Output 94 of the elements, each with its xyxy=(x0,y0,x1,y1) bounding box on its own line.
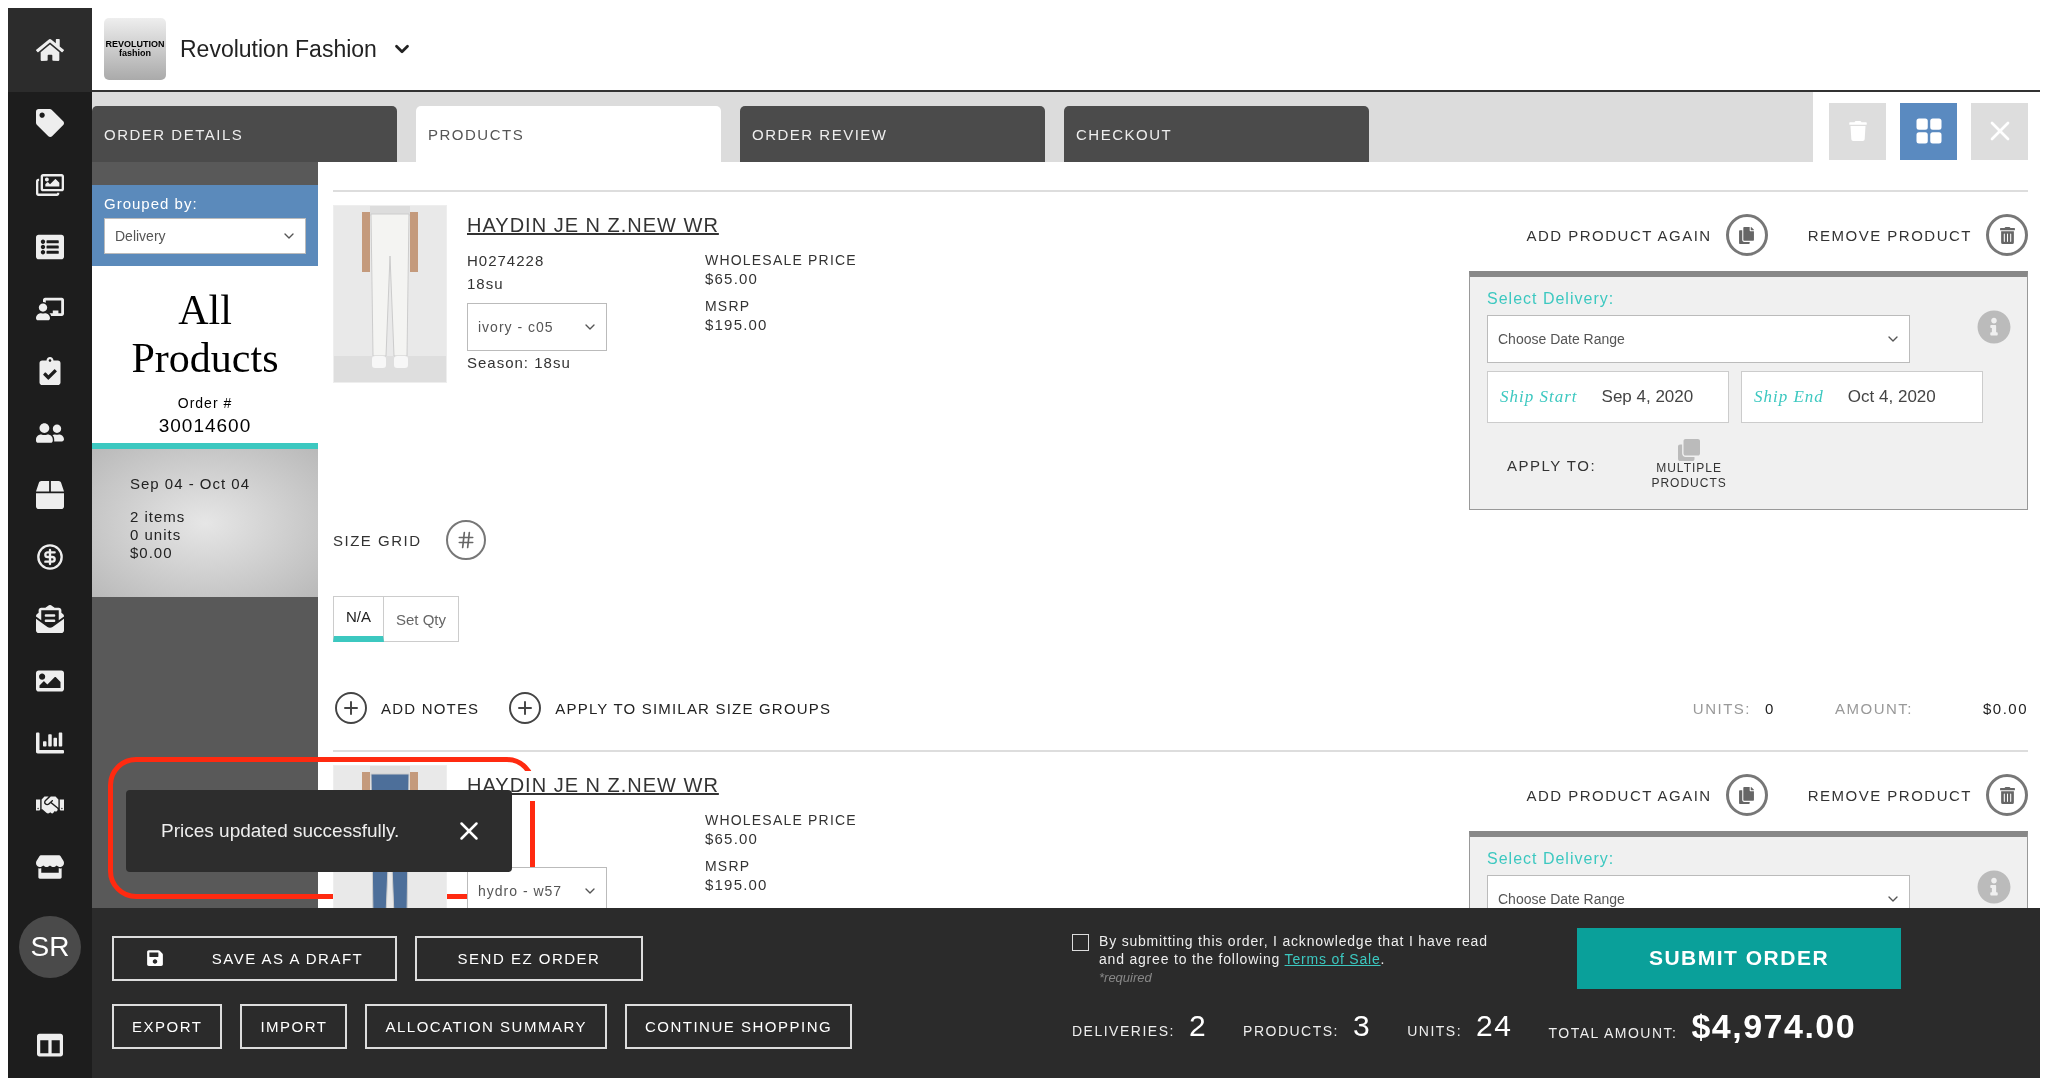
mail-icon[interactable] xyxy=(36,605,64,633)
home-icon[interactable] xyxy=(36,36,64,64)
save-draft-button[interactable]: SAVE AS A DRAFT xyxy=(112,935,397,981)
list-icon[interactable] xyxy=(36,233,64,261)
delivery-label: Select Delivery: xyxy=(1487,291,1616,307)
brand-logo: REVOLUTION fashion xyxy=(104,18,166,80)
terms-text: By submitting this order, I acknowledge that I have read and agree to the following Terms of Sale. xyxy=(1099,932,1488,967)
plus-icon[interactable] xyxy=(507,690,544,726)
stat-value: 2 xyxy=(1188,1009,1208,1043)
send-ez-order-button[interactable]: SEND EZ ORDER xyxy=(415,935,643,981)
stat-label: UNITS: xyxy=(1407,1023,1463,1039)
stat-value: $4,974.00 xyxy=(1691,1006,1857,1046)
delivery-group-card[interactable]: Sep 04 - Oct 04 2 items 0 units $0.00 xyxy=(92,448,318,597)
copy-icon xyxy=(1738,786,1756,804)
apply-similar-link[interactable]: APPLY TO SIMILAR SIZE GROUPS xyxy=(555,699,832,717)
copy-button[interactable] xyxy=(1725,774,1768,816)
price-value: $195.00 xyxy=(705,315,769,335)
tab[interactable]: CHECKOUT xyxy=(1064,106,1369,162)
save-icon xyxy=(145,949,164,967)
copy-icon xyxy=(1738,226,1756,244)
trash-icon xyxy=(1998,226,2016,244)
date-range-select[interactable]: Choose Date Range xyxy=(1487,875,1910,908)
trash-button[interactable] xyxy=(1986,774,2028,816)
panel-icon[interactable] xyxy=(37,1032,63,1058)
add-again-label: ADD PRODUCT AGAIN xyxy=(1526,786,1712,804)
plus-icon[interactable] xyxy=(333,690,369,726)
add-again-label: ADD PRODUCT AGAIN xyxy=(1526,226,1712,244)
price-value: $195.00 xyxy=(705,875,769,895)
size-grid-button[interactable] xyxy=(445,520,486,560)
stat-value: 24 xyxy=(1476,1009,1513,1043)
terms-checkbox[interactable] xyxy=(1072,933,1089,951)
tab[interactable]: PRODUCTS xyxy=(416,106,721,162)
price-value: $65.00 xyxy=(705,829,760,849)
tab[interactable]: ORDER REVIEW xyxy=(740,106,1045,162)
trash-icon xyxy=(1998,786,2016,804)
footer-button[interactable]: ALLOCATION SUMMARY xyxy=(365,1003,607,1049)
terms-link[interactable]: Terms of Sale xyxy=(1284,950,1381,967)
season-text: Season: 18su xyxy=(467,353,572,373)
delivery-units: 0 units xyxy=(130,525,183,544)
presentation-icon[interactable] xyxy=(36,295,64,323)
multiple-products-option[interactable]: MULTIPLE PRODUCTS xyxy=(1644,461,1735,491)
season-code: 18su xyxy=(467,274,505,294)
size-tab[interactable]: Set Qty xyxy=(384,596,460,642)
size-tab[interactable]: N/A xyxy=(333,596,384,642)
size-grid-label: SIZE GRID xyxy=(333,531,422,549)
apply-to-label: APPLY TO: xyxy=(1507,456,1597,474)
date-range-select[interactable]: Choose Date Range xyxy=(1487,315,1910,363)
dollar-icon[interactable] xyxy=(36,543,64,571)
order-number: 30014600 xyxy=(158,414,252,437)
delivery-amount: $0.00 xyxy=(130,543,174,562)
gallery-icon[interactable] xyxy=(36,171,64,199)
brand-name[interactable]: Revolution Fashion xyxy=(180,35,377,63)
color-select[interactable]: ivory - c05 xyxy=(467,303,607,351)
grid-view-button[interactable] xyxy=(1900,102,1957,160)
stat-label: DELIVERIES: xyxy=(1072,1023,1175,1039)
trash-button[interactable] xyxy=(1986,214,2028,256)
box-icon[interactable] xyxy=(36,481,64,509)
footer-button[interactable]: EXPORT xyxy=(112,1003,223,1049)
toast-message: Prices updated successfully. xyxy=(161,820,400,842)
product-code: H0274228 xyxy=(467,251,546,271)
required-note: *required xyxy=(1099,969,1153,985)
footer-button[interactable]: CONTINUE SHOPPING xyxy=(624,1003,853,1049)
amount-value: $0.00 xyxy=(1981,699,2028,717)
copy-button[interactable] xyxy=(1725,214,1768,256)
tag-icon[interactable] xyxy=(36,109,64,137)
amount-label: AMOUNT: xyxy=(1835,699,1913,717)
all-products-title: All Products xyxy=(130,286,280,383)
units-value: 0 xyxy=(1765,699,1776,717)
stat-label: TOTAL AMOUNT: xyxy=(1548,1024,1678,1041)
trash-icon xyxy=(1847,121,1868,141)
remove-label: REMOVE PRODUCT xyxy=(1807,226,1972,244)
order-label: Order # xyxy=(177,394,233,411)
price-label: MSRP xyxy=(705,857,752,875)
units-label: UNITS: xyxy=(1692,699,1751,717)
delivery-label: Select Delivery: xyxy=(1487,851,1616,867)
ship-start-field[interactable]: Ship Start Sep 4, 2020 xyxy=(1487,371,1729,423)
footer-button[interactable]: IMPORT xyxy=(240,1003,348,1049)
price-label: MSRP xyxy=(705,297,752,315)
tab[interactable]: ORDER DETAILS xyxy=(92,106,397,162)
group-label: Grouped by: xyxy=(104,195,199,212)
stat-value: 3 xyxy=(1353,1009,1372,1043)
price-label: WHOLESALE PRICE xyxy=(705,811,857,829)
store-icon[interactable] xyxy=(36,853,64,881)
delivery-items: 2 items xyxy=(130,507,187,526)
delivery-range: Sep 04 - Oct 04 xyxy=(130,474,252,492)
price-value: $65.00 xyxy=(705,269,760,289)
price-label: WHOLESALE PRICE xyxy=(705,251,857,269)
user-avatar[interactable]: SR xyxy=(19,916,81,978)
stat-label: PRODUCTS: xyxy=(1243,1023,1339,1039)
color-select[interactable]: hydro - w57 xyxy=(467,867,607,908)
add-notes-link[interactable]: ADD NOTES xyxy=(381,699,480,717)
group-select[interactable]: Delivery xyxy=(104,218,306,254)
remove-label: REMOVE PRODUCT xyxy=(1807,786,1972,804)
ship-end-field[interactable]: Ship End Oct 4, 2020 xyxy=(1741,371,1983,423)
